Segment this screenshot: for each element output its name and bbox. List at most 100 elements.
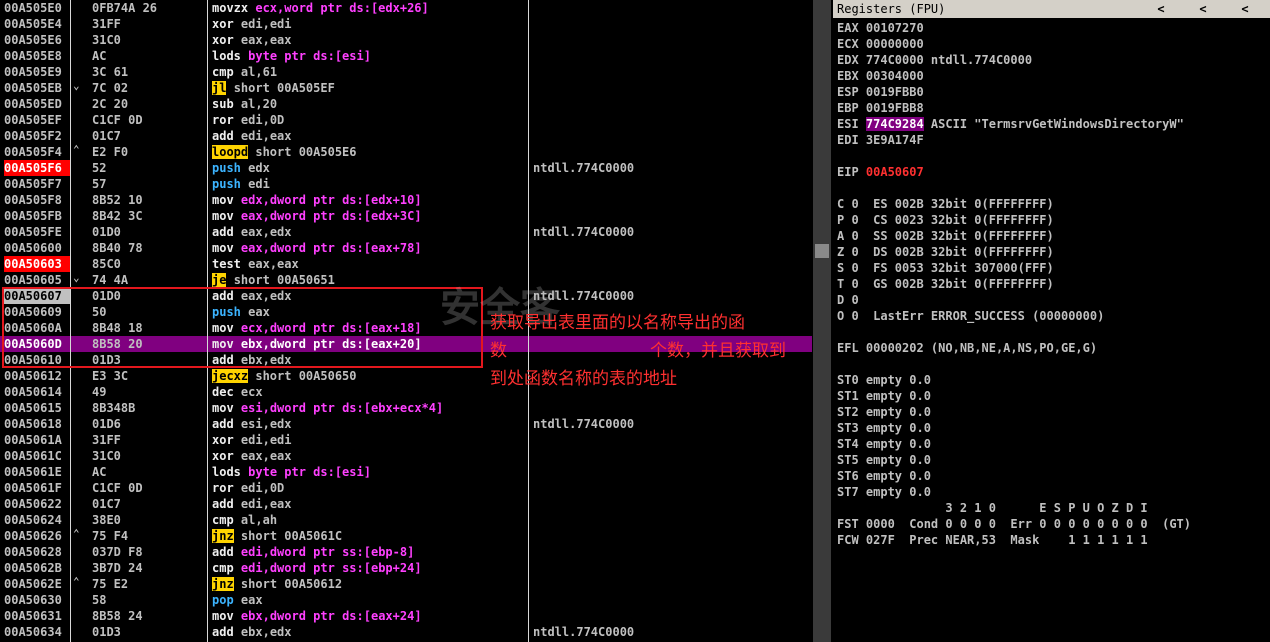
disasm-row[interactable]: 00A50626 ⌃ 75 F4 jnz short 00A5061C xyxy=(0,527,812,544)
operands: edi xyxy=(248,177,270,191)
register-line[interactable]: EFL 00000202 (NO,NB,NE,A,NS,PO,GE,G) xyxy=(837,340,1097,356)
disasm-row[interactable]: 00A505F6 52 push edx ntdll.774C0000 xyxy=(0,160,812,176)
jump-up-marker: ⌃ xyxy=(73,143,80,156)
register-line[interactable]: ESI 774C9284 ASCII "TermsrvGetWindowsDir… xyxy=(837,116,1184,132)
disasm-row[interactable]: 00A5061A 31FF xor edi,edi xyxy=(0,432,812,448)
collapse-arrow-button[interactable]: < xyxy=(1193,0,1213,18)
register-name: EIP xyxy=(837,165,866,179)
disasm-row[interactable]: 00A5061C 31C0 xor eax,eax xyxy=(0,448,812,464)
registers-pane[interactable]: Registers (FPU) < < < EAX 00107270 ECX 00… xyxy=(833,0,1270,642)
register-line[interactable]: ST5 empty 0.0 xyxy=(837,452,931,468)
instruction: mov eax,dword ptr ds:[edx+3C] xyxy=(212,208,422,224)
disasm-row[interactable]: 00A505E0 0FB74A 26 movzx ecx,word ptr ds:[… xyxy=(0,0,812,16)
register-line[interactable]: EDX 774C0000 ntdll.774C0000 xyxy=(837,52,1032,68)
disasm-row[interactable]: 00A505F2 01C7 add edi,eax xyxy=(0,128,812,144)
collapse-arrow-button[interactable]: < xyxy=(1151,0,1171,18)
disasm-row[interactable]: 00A505F8 8B52 10 mov edx,dword ptr ds:[edx… xyxy=(0,192,812,208)
instruction: xor eax,eax xyxy=(212,32,292,48)
address: 00A505E6 xyxy=(4,33,62,47)
register-line[interactable]: 3 2 1 0 E S P U O Z D I xyxy=(837,500,1147,516)
register-line[interactable]: EBP 0019FBB8 xyxy=(837,100,924,116)
operands: short 00A5061C xyxy=(240,529,343,543)
disasm-row[interactable]: 00A505ED 2C 20 sub al,20 xyxy=(0,96,812,112)
disasm-row[interactable]: 00A5061E AC lods byte ptr ds:[esi] xyxy=(0,464,812,480)
disasm-row[interactable]: 00A505FE 01D0 add eax,edx ntdll.774C0000 xyxy=(0,224,812,240)
disasm-row[interactable]: 00A505E8 AC lods byte ptr ds:[esi] xyxy=(0,48,812,64)
register-line[interactable]: D 0 xyxy=(837,292,859,308)
disasm-row[interactable]: 00A50628 037D F8 add edi,dword ptr ss:[ebp… xyxy=(0,544,812,560)
register-line[interactable]: C 0 ES 002B 32bit 0(FFFFFFFF) xyxy=(837,196,1054,212)
scrollbar-thumb[interactable] xyxy=(815,244,829,258)
disasm-row[interactable]: 00A505F7 57 push edi xyxy=(0,176,812,192)
disasm-row[interactable]: 00A505E6 31C0 xor eax,eax xyxy=(0,32,812,48)
hex-bytes: 31C0 xyxy=(92,449,121,463)
register-line[interactable]: Z 0 DS 002B 32bit 0(FFFFFFFF) xyxy=(837,244,1054,260)
register-line[interactable]: FCW 027F Prec NEAR,53 Mask 1 1 1 1 1 1 xyxy=(837,532,1148,548)
register-line[interactable]: P 0 CS 0023 32bit 0(FFFFFFFF) xyxy=(837,212,1054,228)
address: 00A50614 xyxy=(4,385,62,399)
register-line[interactable]: T 0 GS 002B 32bit 0(FFFFFFFF) xyxy=(837,276,1054,292)
register-line[interactable]: FST 0000 Cond 0 0 0 0 Err 0 0 0 0 0 0 0 … xyxy=(837,516,1191,532)
register-line[interactable]: ST3 empty 0.0 xyxy=(837,420,931,436)
disasm-row[interactable]: 00A5061F C1CF 0D ror edi,0D xyxy=(0,480,812,496)
register-line[interactable]: EIP 00A50607 xyxy=(837,164,924,180)
disasm-row[interactable]: 00A50634 01D3 add ebx,edx ntdll.774C0000 xyxy=(0,624,812,640)
register-line[interactable]: ST6 empty 0.0 xyxy=(837,468,931,484)
register-line[interactable]: O 0 LastErr ERROR_SUCCESS (00000000) xyxy=(837,308,1104,324)
register-line[interactable]: EAX 00107270 xyxy=(837,20,924,36)
instruction: add edi,eax xyxy=(212,496,292,512)
disasm-row[interactable]: 00A505F4 ⌃ E2 F0 loopd short 00A505E6 xyxy=(0,143,812,160)
instruction: add esi,edx xyxy=(212,416,292,432)
operands: eax,edx xyxy=(240,225,292,239)
mnemonic: mov xyxy=(212,193,234,207)
hex-bytes: 74 4A xyxy=(92,273,129,287)
address: 00A505E9 xyxy=(4,65,62,79)
disasm-row[interactable]: 00A50612 E3 3C jecxz short 00A50650 xyxy=(0,368,812,384)
register-line[interactable]: ST0 empty 0.0 xyxy=(837,372,931,388)
disasm-row[interactable]: 00A505E9 3C 61 cmp al,61 xyxy=(0,64,812,80)
disasm-row[interactable]: 00A505EF C1CF 0D ror edi,0D xyxy=(0,112,812,128)
address: 00A50622 xyxy=(4,497,62,511)
register-line[interactable]: A 0 SS 002B 32bit 0(FFFFFFFF) xyxy=(837,228,1054,244)
disasm-row[interactable]: 00A5062B 3B7D 24 cmp edi,dword ptr ss:[ebp… xyxy=(0,560,812,576)
address: 00A505E8 xyxy=(4,49,62,63)
instruction: jnz short 00A5061C xyxy=(212,528,342,544)
disasm-row[interactable]: 00A50605 ⌄ 74 4A je short 00A50651 xyxy=(0,271,812,288)
vertical-scrollbar[interactable] xyxy=(813,0,831,642)
register-line[interactable]: ST2 empty 0.0 xyxy=(837,404,931,420)
disasm-row[interactable]: 00A50614 49 dec ecx xyxy=(0,384,812,400)
address: 00A505FE xyxy=(4,225,62,239)
disasm-row[interactable]: 00A50615 8B348B mov esi,dword ptr ds:[ebx+… xyxy=(0,400,812,416)
disasm-row[interactable]: 00A50600 8B40 78 mov eax,dword ptr ds:[eax… xyxy=(0,240,812,256)
register-line[interactable]: ESP 0019FBB0 xyxy=(837,84,924,100)
disasm-row[interactable]: 00A50630 58 pop eax xyxy=(0,592,812,608)
register-comment: ASCII "TermsrvGetWindowsDirectoryW" xyxy=(923,117,1184,131)
register-line[interactable]: EBX 00304000 xyxy=(837,68,924,84)
register-line[interactable]: ST1 empty 0.0 xyxy=(837,388,931,404)
disasm-row[interactable]: 00A50603 85C0 test eax,eax xyxy=(0,256,812,272)
hex-bytes: 75 E2 xyxy=(92,577,129,591)
register-line[interactable]: ECX 00000000 xyxy=(837,36,924,52)
disasm-row[interactable]: 00A50624 38E0 cmp al,ah xyxy=(0,512,812,528)
register-line[interactable]: S 0 FS 0053 32bit 307000(FFF) xyxy=(837,260,1054,276)
disasm-row[interactable]: 00A505EB ⌄ 7C 02 jl short 00A505EF xyxy=(0,79,812,96)
register-line[interactable]: EDI 3E9A174F xyxy=(837,132,924,148)
hex-bytes: 3C 61 xyxy=(92,65,129,79)
disasm-row[interactable]: 00A50631 8B58 24 mov ebx,dword ptr ds:[eax… xyxy=(0,608,812,624)
register-line[interactable]: ST7 empty 0.0 xyxy=(837,484,931,500)
instruction: add edi,eax xyxy=(212,128,292,144)
operands: edi,edi xyxy=(240,17,292,31)
disasm-row[interactable]: 00A505FB 8B42 3C mov eax,dword ptr ds:[edx… xyxy=(0,208,812,224)
annotation-box xyxy=(2,287,483,368)
address: 00A505F8 xyxy=(4,193,62,207)
hex-bytes: 57 xyxy=(92,177,107,191)
disasm-row[interactable]: 00A50618 01D6 add esi,edx ntdll.774C0000 xyxy=(0,416,812,432)
register-line[interactable]: ST4 empty 0.0 xyxy=(837,436,931,452)
disasm-row[interactable]: 00A50622 01C7 add edi,eax xyxy=(0,496,812,512)
collapse-arrow-button[interactable]: < xyxy=(1235,0,1255,18)
address: 00A505F4 xyxy=(4,145,62,159)
instruction: dec ecx xyxy=(212,384,263,400)
disasm-row[interactable]: 00A505E4 31FF xor edi,edi xyxy=(0,16,812,32)
operands: short 00A50612 xyxy=(240,577,343,591)
disasm-row[interactable]: 00A5062E ⌃ 75 E2 jnz short 00A50612 xyxy=(0,575,812,592)
